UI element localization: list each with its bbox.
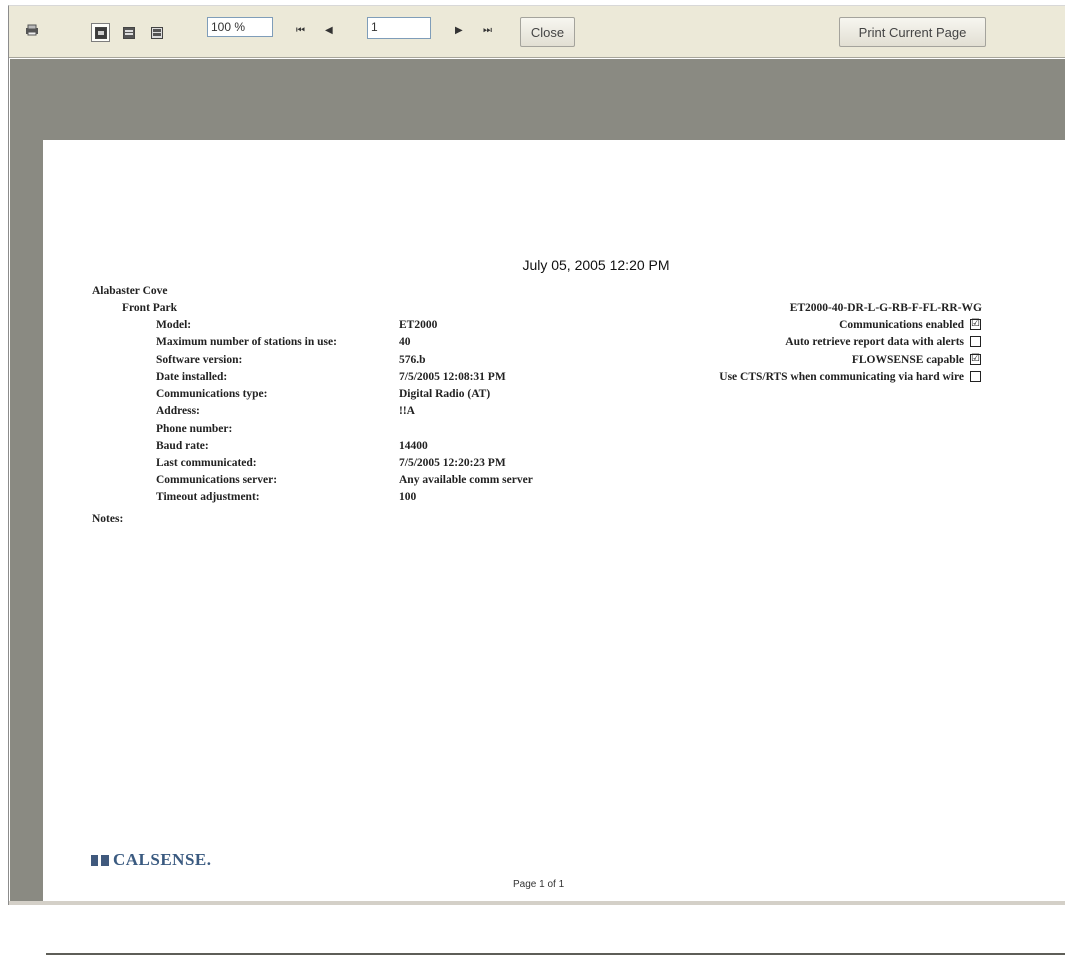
field-value: 40 [399,336,411,348]
field-label: Communications server: [156,474,278,486]
field-value: 100 [399,491,417,503]
field-value: !!A [399,405,415,417]
field-value: Digital Radio (AT) [399,388,491,400]
logo-mark-icon [91,854,109,866]
field-label: Address: [156,405,200,417]
field-value: ET2000 [399,319,438,331]
checkbox-flowsense-capable: ☑ [970,353,981,365]
field-label: Phone number: [156,423,233,435]
logo-text: CALSENSE. [113,850,212,869]
report-viewport[interactable]: July 05, 2005 12:20 PM Alabaster Cove Fr… [10,59,1065,955]
single-page-icon [94,26,107,39]
field-label: Timeout adjustment: [156,491,260,503]
continuous-page-icon [150,26,163,39]
field-label: Last communicated: [156,457,257,469]
site-name: Alabaster Cove [92,285,168,297]
field-value: 14400 [399,440,428,452]
field-label: Baud rate: [156,440,209,452]
field-label: Date installed: [156,371,228,383]
last-page-icon[interactable]: ⏭ [483,25,492,36]
field-value: 576.b [399,354,426,366]
page-footer: Page 1 of 1 [513,879,565,890]
checkbox-communications-enabled: ☑ [970,318,981,330]
checkbox-auto-retrieve [970,336,981,347]
first-page-icon[interactable]: ⏮ [296,25,305,36]
report-viewer-toolbar: 100 % ⏮ ◀ 1 ▶ ⏭ Close Print Current Page [9,6,1065,58]
option-label: FLOWSENSE capable [851,354,964,366]
page-number-input[interactable]: 1 [367,17,431,39]
field-value: 7/5/2005 12:08:31 PM [399,371,506,383]
controller-name: Front Park [122,302,178,314]
zoom-input[interactable]: 100 % [207,17,273,37]
single-page-view-button[interactable] [91,23,110,42]
next-page-icon[interactable]: ▶ [455,25,463,36]
field-value: 7/5/2005 12:20:23 PM [399,457,506,469]
multi-page-icon [122,26,135,39]
checkbox-cts-rts [970,371,981,382]
printer-icon[interactable] [25,24,39,36]
field-value: Any available comm server [399,474,533,486]
field-label: Model: [156,319,192,331]
previous-page-icon[interactable]: ◀ [325,25,333,36]
notes-label: Notes: [92,513,124,525]
report-page: July 05, 2005 12:20 PM Alabaster Cove Fr… [43,140,1065,953]
field-label: Software version: [156,354,243,366]
multi-page-view-button[interactable] [119,23,138,42]
option-label: Auto retrieve report data with alerts [785,336,964,348]
print-current-page-button[interactable]: Print Current Page [839,17,986,47]
model-code: ET2000-40-DR-L-G-RB-F-FL-RR-WG [789,302,982,314]
field-label: Maximum number of stations in use: [156,336,337,348]
field-label: Communications type: [156,388,268,400]
option-label: Use CTS/RTS when communicating via hard … [719,371,964,383]
calsense-logo: CALSENSE. [91,850,212,870]
option-label: Communications enabled [839,319,964,331]
status-bar [9,901,1065,905]
continuous-view-button[interactable] [147,23,166,42]
report-date: July 05, 2005 12:20 PM [522,257,670,273]
close-button[interactable]: Close [520,17,575,47]
